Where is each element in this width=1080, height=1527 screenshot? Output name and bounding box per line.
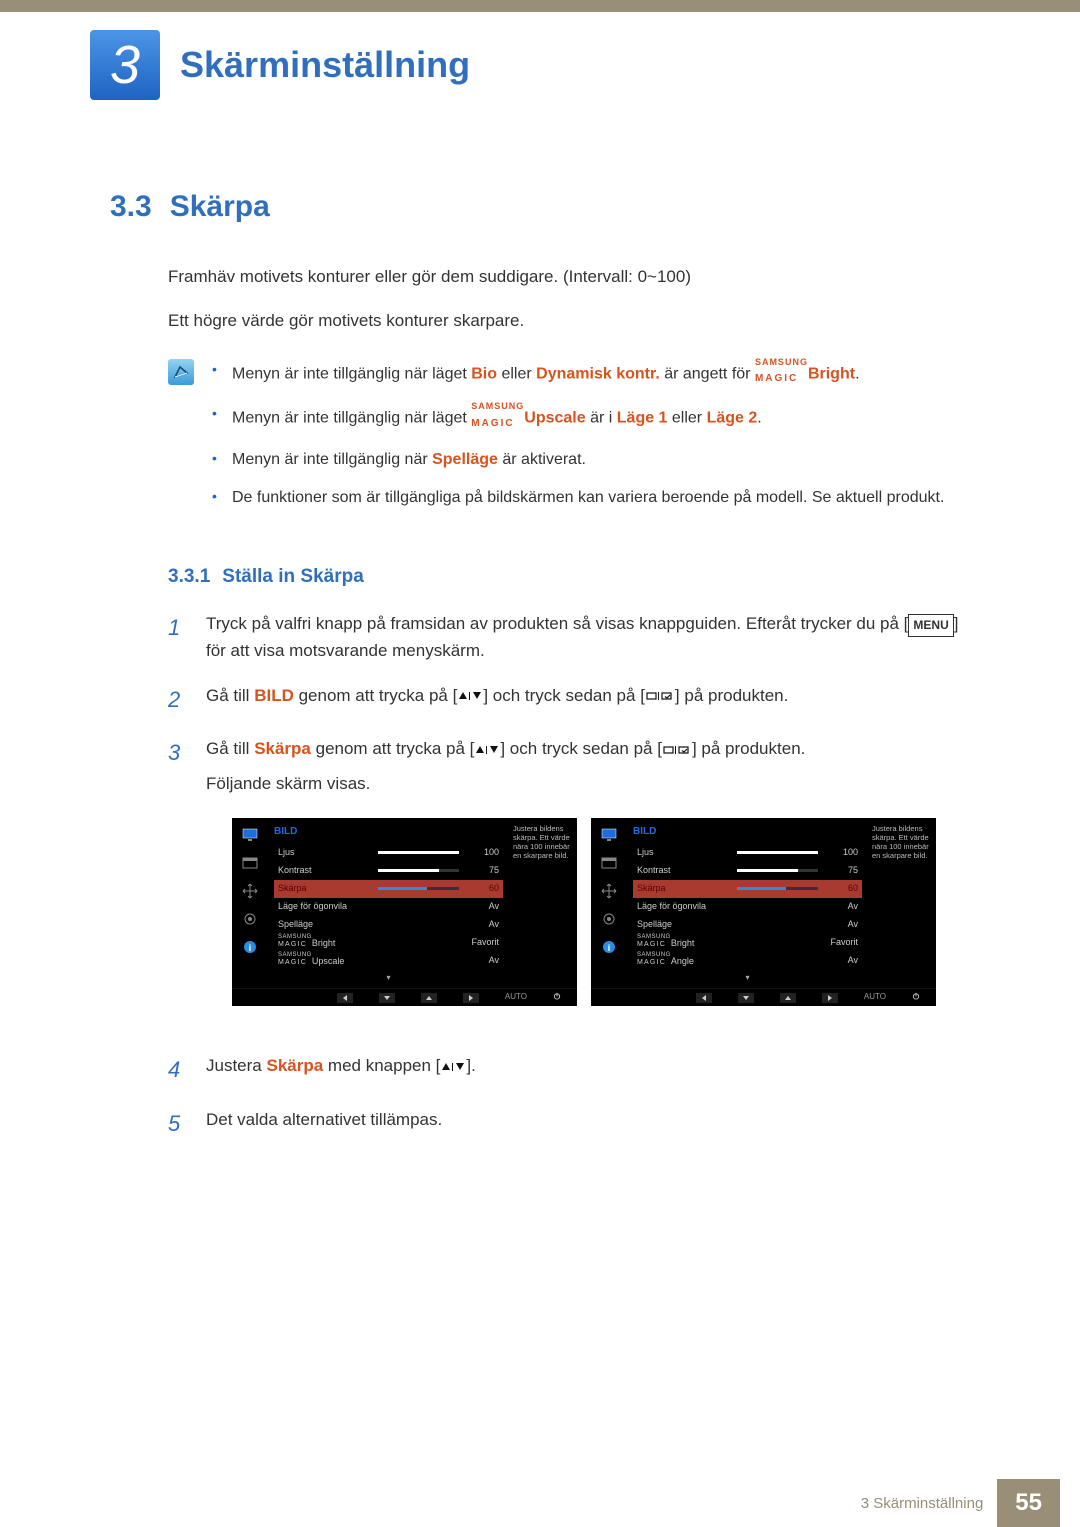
monitor-icon	[241, 826, 259, 844]
section-number: 3.3	[110, 190, 152, 224]
power-icon	[553, 990, 561, 1006]
note-item-2: Menyn är inte tillgänglig när läget SAMS…	[212, 403, 970, 433]
section-title: Skärpa	[170, 190, 270, 224]
chevron-down-icon: ▾	[274, 972, 503, 985]
osd-title: BILD	[633, 824, 862, 840]
osd-button-bar: AUTO	[232, 988, 577, 1006]
down-icon	[738, 993, 754, 1003]
chevron-down-icon: ▾	[633, 972, 862, 985]
left-icon	[696, 993, 712, 1003]
picture-icon	[241, 854, 259, 872]
menu-button-label: MENU	[908, 614, 953, 637]
auto-label: AUTO	[505, 991, 527, 1004]
svg-text:i: i	[608, 943, 611, 953]
gear-icon	[600, 910, 618, 928]
step-2: 2 Gå till BILD genom att trycka på [] oc…	[168, 682, 970, 717]
up-down-icon	[474, 744, 500, 756]
up-down-icon	[440, 1061, 466, 1073]
arrows-icon	[600, 882, 618, 900]
osd-button-bar: AUTO	[591, 988, 936, 1006]
note-item-4: De funktioner som är tillgängliga på bil…	[212, 486, 970, 510]
subsection-number: 3.3.1	[168, 566, 210, 588]
chapter-title: Skärminställning	[180, 44, 470, 86]
samsung-magic-label: SAMSUNGMAGIC	[755, 359, 808, 389]
chapter-badge: 3	[90, 30, 160, 100]
samsung-magic-label: SAMSUNGMAGIC	[471, 403, 524, 433]
step-1: 1 Tryck på valfri knapp på framsidan av …	[168, 610, 970, 664]
note-item-3: Menyn är inte tillgänglig när Spelläge ä…	[212, 448, 970, 472]
top-accent-bar	[0, 0, 1080, 12]
note-icon	[168, 359, 194, 385]
right-icon	[822, 993, 838, 1003]
chapter-number: 3	[110, 34, 140, 96]
select-enter-icon	[645, 690, 675, 702]
down-icon	[379, 993, 395, 1003]
subsection-title: Ställa in Skärpa	[222, 566, 364, 588]
osd-description: Justera bildens skärpa. Ett värde nära 1…	[509, 818, 577, 989]
osd-screenshot-2: i BILD Ljus100 Kontrast75 Skärpa60 Läge …	[591, 818, 936, 1007]
osd-description: Justera bildens skärpa. Ett värde nära 1…	[868, 818, 936, 989]
info-icon: i	[600, 938, 618, 956]
note-item-1: Menyn är inte tillgänglig när läget Bio …	[212, 359, 970, 389]
page-footer: 3 Skärminställning 55	[0, 1479, 1080, 1527]
subsection-heading: 3.3.1 Ställa in Skärpa	[168, 566, 970, 588]
right-icon	[463, 993, 479, 1003]
intro-paragraph-2: Ett högre värde gör motivets konturer sk…	[168, 308, 970, 334]
info-icon: i	[241, 938, 259, 956]
up-icon	[780, 993, 796, 1003]
page-number: 55	[1015, 1489, 1042, 1517]
footer-chapter-label: 3 Skärminställning	[861, 1495, 984, 1512]
note-block: Menyn är inte tillgänglig när läget Bio …	[168, 359, 970, 524]
step-3: 3 Gå till Skärpa genom att trycka på [] …	[168, 735, 970, 1034]
up-down-icon	[457, 690, 483, 702]
auto-label: AUTO	[864, 991, 886, 1004]
power-icon	[912, 990, 920, 1006]
svg-text:i: i	[249, 943, 252, 953]
picture-icon	[600, 854, 618, 872]
monitor-icon	[600, 826, 618, 844]
select-enter-icon	[662, 744, 692, 756]
up-icon	[421, 993, 437, 1003]
step-4: 4 Justera Skärpa med knappen [].	[168, 1052, 970, 1087]
step-5: 5 Det valda alternativet tillämpas.	[168, 1106, 970, 1141]
osd-screenshot-1: i BILD Ljus100 Kontrast75 Skärpa60 Läge …	[232, 818, 577, 1007]
section-heading: 3.3 Skärpa	[110, 190, 970, 224]
gear-icon	[241, 910, 259, 928]
osd-title: BILD	[274, 824, 503, 840]
chapter-header: 3 Skärminställning	[0, 12, 1080, 100]
intro-paragraph-1: Framhäv motivets konturer eller gör dem …	[168, 264, 970, 290]
arrows-icon	[241, 882, 259, 900]
left-icon	[337, 993, 353, 1003]
